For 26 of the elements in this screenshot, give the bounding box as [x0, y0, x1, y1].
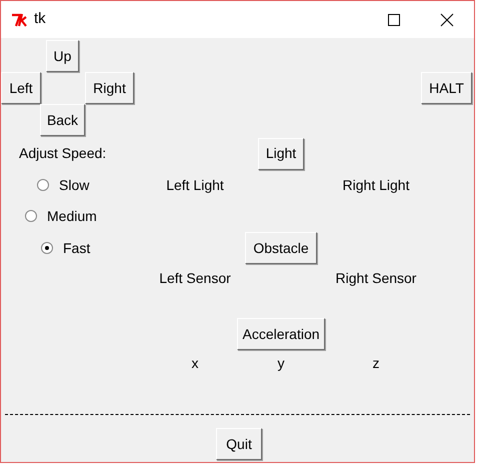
right-button[interactable]: Right: [85, 72, 134, 104]
radio-button[interactable]: [41, 242, 53, 254]
radio-label: Slow: [59, 176, 90, 194]
up-button[interactable]: Up: [46, 40, 79, 72]
axis-label: z: [372, 354, 380, 372]
close-icon[interactable]: [440, 12, 454, 26]
obstacle-button[interactable]: Obstacle: [245, 232, 317, 264]
radio-label: Medium: [47, 206, 97, 226]
radio-label: Fast: [63, 238, 90, 258]
light-button[interactable]: Light: [258, 138, 304, 170]
maximize-icon[interactable]: [388, 14, 400, 26]
right-light-label: Right Light: [342, 176, 410, 195]
axis-label: y: [278, 354, 284, 373]
radio-button[interactable]: [37, 179, 49, 191]
left-button[interactable]: Left: [1, 72, 41, 104]
axis-label: x: [192, 354, 198, 372]
left-light-label: Left Light: [166, 176, 224, 195]
acceleration-button[interactable]: Acceleration: [237, 318, 325, 350]
radio-button[interactable]: [25, 210, 37, 222]
window-title: tk: [34, 9, 46, 30]
speed-label: Adjust Speed:: [19, 144, 106, 163]
halt-button[interactable]: HALT: [421, 72, 472, 104]
quit-button[interactable]: Quit: [216, 428, 262, 460]
back-button[interactable]: Back: [40, 104, 85, 136]
left-sensor-label: Left Sensor: [159, 268, 231, 288]
right-sensor-label: Right Sensor: [336, 268, 416, 288]
